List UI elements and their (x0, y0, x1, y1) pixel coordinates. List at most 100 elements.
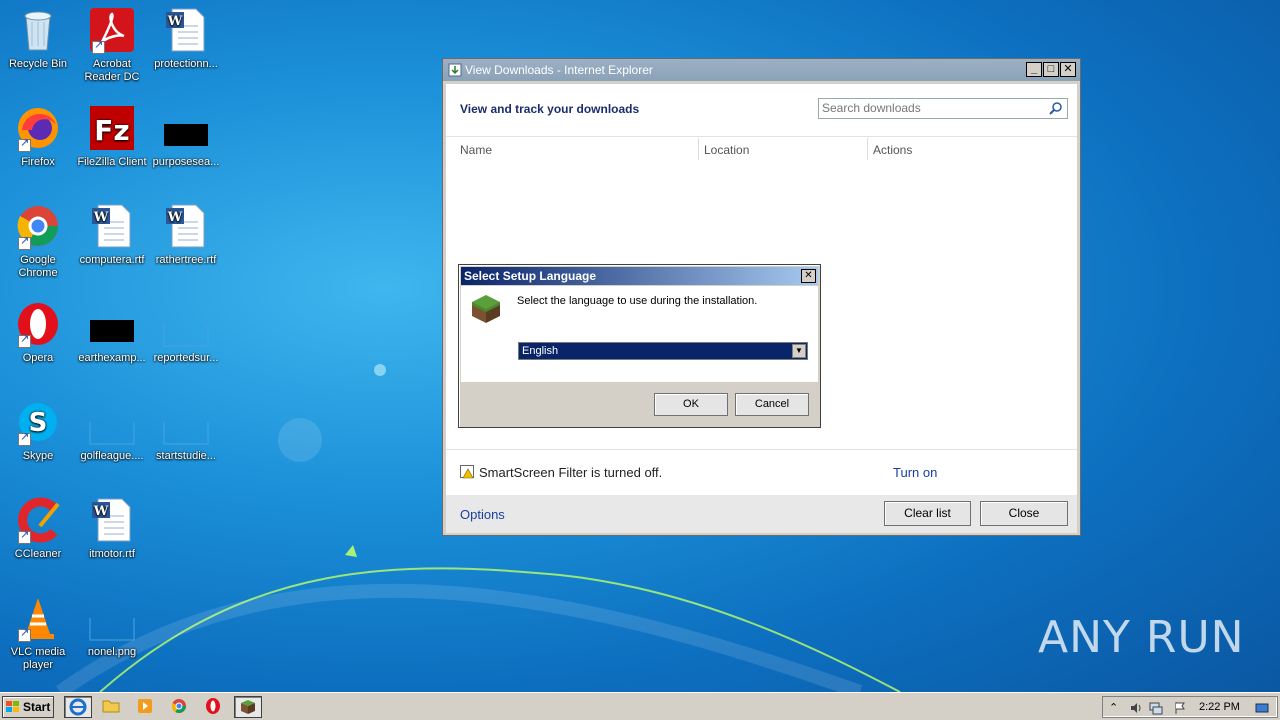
desktop-icon-rathertree-rtf[interactable]: W rathertree.rtf (148, 202, 224, 267)
dialog-titlebar[interactable]: Select Setup Language ✕ (461, 267, 818, 285)
word-document-icon: W (162, 202, 210, 250)
turn-on-link[interactable]: Turn on (893, 465, 937, 480)
anyrun-watermark: ANY RUN (1038, 612, 1245, 663)
desktop-icon-label: reportedsur... (153, 352, 219, 364)
maximize-button[interactable]: □ (1043, 62, 1059, 77)
column-divider (698, 138, 699, 160)
desktop-icon-purposesea[interactable]: purposesea... (148, 104, 224, 169)
svg-text:S: S (29, 408, 48, 438)
language-select[interactable]: English ▼ (518, 342, 808, 360)
desktop-icon-label: itmotor.rtf (89, 548, 135, 560)
desktop-icon-acrobat[interactable]: Acrobat Reader DC (74, 6, 150, 84)
minecraft-block-icon (472, 295, 500, 323)
svg-text:Fz: Fz (94, 114, 129, 147)
taskbar-opera[interactable] (200, 696, 228, 718)
taskbar: Start ⌃ 2:22 PM (0, 692, 1280, 720)
shortcut-arrow-icon (92, 39, 105, 54)
ccleaner-icon (14, 496, 62, 544)
smartscreen-warning-icon (460, 465, 474, 479)
svg-text:W: W (93, 504, 109, 519)
smartscreen-divider (446, 449, 1077, 450)
taskbar-media-player[interactable] (132, 696, 160, 718)
chevron-down-icon[interactable]: ▼ (792, 344, 806, 358)
desktop-icon-label: earthexamp... (78, 352, 146, 364)
vlc-cone-icon (14, 594, 62, 642)
search-icon[interactable] (1049, 101, 1063, 115)
shortcut-arrow-icon (18, 431, 31, 446)
show-desktop-icon[interactable] (1255, 701, 1269, 715)
column-header-name[interactable]: Name (460, 142, 492, 158)
downloads-heading: View and track your downloads (460, 102, 640, 116)
column-header-actions[interactable]: Actions (873, 142, 912, 158)
desktop-icon-label: rathertree.rtf (155, 254, 217, 266)
desktop-icon-label: CCleaner (14, 548, 62, 560)
shortcut-arrow-icon (18, 333, 31, 348)
header-divider (446, 136, 1077, 137)
taskbar-clock[interactable]: 2:22 PM (1199, 701, 1240, 713)
start-label: Start (23, 700, 51, 714)
desktop-icon-label: Acrobat Reader DC (84, 58, 140, 83)
desktop-icon-protectionn[interactable]: W protectionn... (148, 6, 224, 71)
desktop-icon-skype[interactable]: S Skype (0, 398, 76, 463)
search-downloads-input[interactable]: Search downloads (818, 98, 1068, 119)
volume-icon[interactable] (1129, 701, 1143, 715)
internet-explorer-icon (69, 698, 87, 716)
opera-icon (206, 698, 220, 714)
taskbar-setup-installer[interactable] (234, 696, 262, 718)
clear-list-button[interactable]: Clear list (884, 501, 971, 526)
taskbar-file-explorer[interactable] (98, 696, 126, 718)
desktop-icon-reportedsur[interactable]: reportedsur... (148, 300, 224, 365)
desktop-icon-label: protectionn... (154, 58, 218, 70)
desktop-icon-computera-rtf[interactable]: W computera.rtf (74, 202, 150, 267)
blank-file-icon (88, 398, 136, 446)
ok-button[interactable]: OK (654, 393, 728, 416)
desktop-icon-startstudie[interactable]: startstudie... (148, 398, 224, 463)
desktop-icon-firefox[interactable]: Firefox (0, 104, 76, 169)
search-placeholder: Search downloads (822, 101, 921, 115)
chrome-icon (14, 202, 62, 250)
firefox-icon (14, 104, 62, 152)
desktop-icon-label: VLC media player (10, 646, 66, 671)
network-icon[interactable] (1149, 701, 1163, 715)
select-setup-language-dialog: Select Setup Language ✕ Select the langu… (458, 264, 821, 428)
action-center-flag-icon[interactable] (1173, 701, 1187, 715)
desktop-icon-golfleague[interactable]: golfleague.... (74, 398, 150, 463)
options-link[interactable]: Options (460, 507, 505, 522)
desktop-icon-filezilla[interactable]: Fz FileZilla Client (74, 104, 150, 169)
close-button[interactable]: Close (980, 501, 1068, 526)
desktop-icon-recycle-bin[interactable]: Recycle Bin (0, 6, 76, 71)
desktop-icon-google-chrome[interactable]: Google Chrome (0, 202, 76, 280)
desktop-icon-label: Skype (22, 450, 54, 462)
blank-file-icon (162, 398, 210, 446)
close-window-button[interactable]: ✕ (1060, 62, 1076, 77)
word-document-icon: W (88, 202, 136, 250)
desktop-icon-label: Recycle Bin (8, 58, 68, 70)
desktop-icon-opera[interactable]: Opera (0, 300, 76, 365)
filezilla-icon: Fz (88, 104, 136, 152)
window-titlebar[interactable]: View Downloads - Internet Explorer _ □ ✕ (443, 59, 1080, 81)
taskbar-chrome[interactable] (166, 696, 194, 718)
file-thumbnail-icon (162, 104, 210, 152)
shortcut-arrow-icon (18, 235, 31, 250)
desktop-icon-label: purposesea... (152, 156, 220, 168)
dialog-close-button[interactable]: ✕ (801, 269, 816, 283)
desktop-icon-vlc[interactable]: VLC media player (0, 594, 76, 672)
opera-icon (14, 300, 62, 348)
desktop-icon-itmotor-rtf[interactable]: W itmotor.rtf (74, 496, 150, 561)
smartscreen-status-text: SmartScreen Filter is turned off. (479, 465, 663, 480)
start-button[interactable]: Start (2, 696, 54, 718)
ie-downloads-icon (448, 63, 462, 77)
cancel-button[interactable]: Cancel (735, 393, 809, 416)
taskbar-internet-explorer[interactable] (64, 696, 92, 718)
show-hidden-icons-icon[interactable]: ⌃ (1109, 701, 1123, 715)
minecraft-block-icon (241, 700, 255, 714)
blank-file-icon (88, 594, 136, 642)
column-header-location[interactable]: Location (704, 142, 749, 158)
desktop-icon-ccleaner[interactable]: CCleaner (0, 496, 76, 561)
svg-text:W: W (93, 210, 109, 225)
word-document-icon: W (88, 496, 136, 544)
minimize-button[interactable]: _ (1026, 62, 1042, 77)
desktop-icon-earthexamp[interactable]: earthexamp... (74, 300, 150, 365)
recycle-bin-icon (14, 6, 62, 54)
desktop-icon-nonel-png[interactable]: nonel.png (74, 594, 150, 659)
